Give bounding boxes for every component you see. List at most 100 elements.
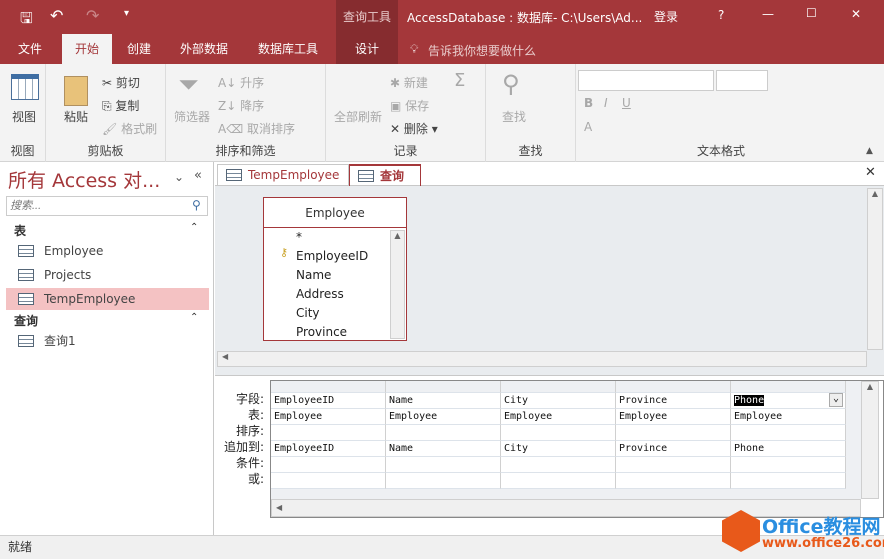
- help-button[interactable]: ?: [718, 8, 724, 22]
- grid-cell-append[interactable]: Phone: [731, 441, 846, 457]
- table-box-scrollbar[interactable]: ▲: [390, 230, 405, 339]
- format-painter-button[interactable]: 🖌︎ 格式刷: [102, 120, 157, 137]
- undo-icon[interactable]: ↶: [50, 6, 63, 25]
- table-box-employee[interactable]: Employee * ⚷ EmployeeID Name Address Cit…: [263, 197, 407, 341]
- field-province[interactable]: Province: [296, 325, 347, 339]
- save-record-button[interactable]: ▣ 保存: [390, 97, 429, 114]
- grid-cell-field[interactable]: EmployeeID: [271, 393, 386, 409]
- doc-tab-tempemployee[interactable]: TempEmployee: [217, 164, 349, 186]
- nav-item-query1[interactable]: 查询1: [6, 330, 209, 352]
- collapse-nav-icon[interactable]: «: [194, 168, 202, 183]
- grid-cell-sort[interactable]: [501, 425, 616, 441]
- field-dropdown-icon[interactable]: ⌄: [829, 393, 843, 407]
- grid-cell-field[interactable]: Province: [616, 393, 731, 409]
- paste-button[interactable]: 粘贴: [64, 108, 88, 125]
- close-button[interactable]: ✕: [851, 7, 861, 21]
- nav-item-tempemployee[interactable]: TempEmployee: [6, 288, 209, 310]
- grid-cell-empty[interactable]: [386, 457, 501, 473]
- grid-cell-empty[interactable]: [616, 473, 731, 489]
- column-selector[interactable]: [501, 381, 616, 393]
- doc-tab-query2[interactable]: 查询2: [349, 164, 421, 203]
- grid-cell-sort[interactable]: [386, 425, 501, 441]
- grid-cell-append[interactable]: EmployeeID: [271, 441, 386, 457]
- grid-cell-append[interactable]: Province: [616, 441, 731, 457]
- collapse-section-icon[interactable]: ⌃: [190, 312, 198, 323]
- close-document-icon[interactable]: ✕: [865, 165, 876, 180]
- grid-cell-field[interactable]: City: [501, 393, 616, 409]
- grid-cell-sort[interactable]: [616, 425, 731, 441]
- nav-search-input[interactable]: [6, 196, 208, 216]
- underline-button[interactable]: U: [622, 96, 631, 110]
- vertical-scrollbar[interactable]: ▲: [867, 188, 883, 350]
- grid-cell-empty[interactable]: [731, 473, 846, 489]
- pane-splitter[interactable]: [215, 368, 884, 375]
- grid-cell-empty[interactable]: [501, 457, 616, 473]
- nav-item-employee[interactable]: Employee: [6, 240, 209, 262]
- tab-external-data[interactable]: 外部数据: [172, 34, 236, 64]
- copy-button[interactable]: ⎘ 复制: [102, 97, 139, 114]
- tab-design[interactable]: 设计: [336, 34, 398, 64]
- grid-cell-append[interactable]: City: [501, 441, 616, 457]
- grid-vertical-scrollbar[interactable]: ▲: [861, 381, 879, 499]
- grid-cell-empty[interactable]: [501, 473, 616, 489]
- sort-ascending-button[interactable]: A↓ 升序: [218, 74, 264, 91]
- field-name[interactable]: Name: [296, 268, 331, 282]
- column-selector[interactable]: [386, 381, 501, 393]
- delete-record-button[interactable]: ✕ 删除 ▾: [390, 120, 438, 137]
- customize-qat-icon[interactable]: ▾: [124, 8, 129, 19]
- field-all[interactable]: *: [296, 230, 302, 244]
- field-employeeid[interactable]: EmployeeID: [296, 249, 368, 263]
- grid-cell-table[interactable]: Employee: [386, 409, 501, 425]
- tell-me-input[interactable]: 告诉我你想要做什么: [428, 42, 536, 59]
- grid-cell-sort[interactable]: [271, 425, 386, 441]
- field-city[interactable]: City: [296, 306, 320, 320]
- nav-menu-icon[interactable]: ⌄: [174, 170, 184, 184]
- nav-title[interactable]: 所有 Access 对...: [8, 166, 160, 193]
- grid-cell-field[interactable]: Name: [386, 393, 501, 409]
- minimize-button[interactable]: —: [762, 7, 774, 21]
- grid-cell-empty[interactable]: [271, 457, 386, 473]
- font-color-button[interactable]: A: [584, 120, 592, 134]
- table-box-title[interactable]: Employee: [264, 198, 406, 228]
- cut-button[interactable]: ✂ 剪切: [102, 74, 140, 91]
- italic-button[interactable]: I: [604, 96, 608, 110]
- sort-descending-button[interactable]: Z↓ 降序: [218, 97, 264, 114]
- grid-cell-table[interactable]: Employee: [616, 409, 731, 425]
- grid-cell-empty[interactable]: [731, 457, 846, 473]
- save-icon[interactable]: 🖫: [20, 8, 33, 33]
- refresh-all-button[interactable]: 全部刷新: [334, 108, 382, 125]
- grid-cell-field[interactable]: Phone ⌄: [731, 393, 846, 409]
- redo-icon[interactable]: ↷: [86, 6, 99, 25]
- view-icon[interactable]: [11, 74, 39, 100]
- grid-cell-empty[interactable]: [616, 457, 731, 473]
- collapse-section-icon[interactable]: ⌃: [190, 222, 198, 233]
- search-icon[interactable]: ⚲: [192, 198, 201, 212]
- tab-home[interactable]: 开始: [62, 34, 112, 64]
- find-button[interactable]: 查找: [502, 108, 526, 125]
- font-name-select[interactable]: [578, 70, 714, 91]
- font-size-select[interactable]: [716, 70, 768, 91]
- column-selector[interactable]: [731, 381, 846, 393]
- grid-cell-empty[interactable]: [386, 473, 501, 489]
- bold-button[interactable]: B: [584, 96, 593, 110]
- filter-button[interactable]: 筛选器: [174, 108, 210, 125]
- grid-cell-table[interactable]: Employee: [271, 409, 386, 425]
- horizontal-scrollbar[interactable]: ◀: [217, 351, 867, 367]
- nav-section-tables[interactable]: 表: [14, 222, 26, 239]
- view-button[interactable]: 视图: [12, 108, 36, 125]
- grid-cell-empty[interactable]: [271, 473, 386, 489]
- column-selector[interactable]: [616, 381, 731, 393]
- paste-icon[interactable]: [64, 76, 88, 106]
- new-record-button[interactable]: ✱ 新建: [390, 74, 428, 91]
- nav-item-projects[interactable]: Projects: [6, 264, 209, 286]
- grid-cell-sort[interactable]: [731, 425, 846, 441]
- login-link[interactable]: 登录: [654, 8, 678, 25]
- nav-section-queries[interactable]: 查询: [14, 312, 38, 329]
- column-selector[interactable]: [271, 381, 386, 393]
- tab-file[interactable]: 文件: [10, 34, 50, 64]
- tab-database-tools[interactable]: 数据库工具: [250, 34, 326, 64]
- grid-cell-append[interactable]: Name: [386, 441, 501, 457]
- grid-cell-table[interactable]: Employee: [731, 409, 846, 425]
- tab-create[interactable]: 创建: [119, 34, 159, 64]
- clear-sort-button[interactable]: A⌫ 取消排序: [218, 120, 295, 137]
